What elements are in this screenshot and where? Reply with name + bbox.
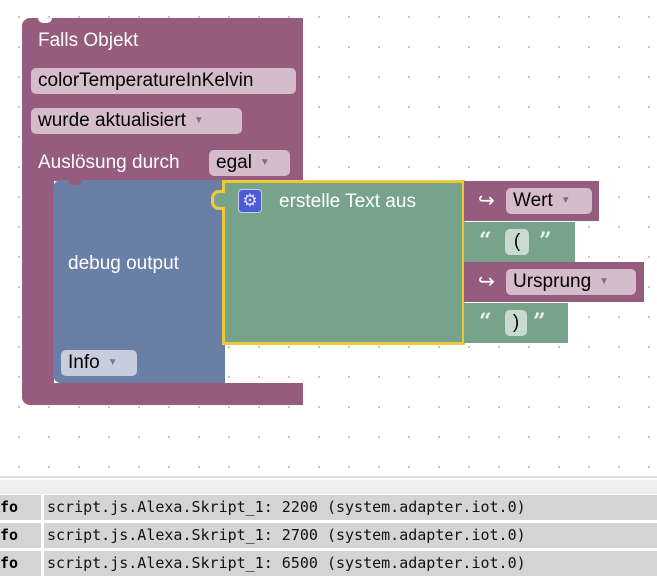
open-quote-icon: “ [479,228,492,254]
log-level: fo [0,523,41,548]
log-header [0,480,657,494]
variable-arrow-icon: ↪ [478,271,495,293]
trigger-label: Auslösung durch [38,152,180,173]
level-dropdown[interactable]: Info ▼ [61,350,137,376]
variable-value: Wert [513,190,553,212]
log-row: fo script.js.Alexa.Skript_1: 6500 (syste… [0,551,657,576]
log-message: script.js.Alexa.Skript_1: 6500 (system.a… [44,551,657,576]
condition-value: wurde aktualisiert [38,110,186,132]
gear-icon[interactable]: ⚙ [238,189,262,213]
variable-dropdown[interactable]: Wert ▼ [506,188,592,214]
dropdown-caret-icon: ▼ [560,195,571,206]
close-quote-icon: ” [533,309,546,335]
text-field[interactable]: ( [505,229,529,255]
log-panel: fo script.js.Alexa.Skript_1: 2200 (syste… [0,476,657,584]
log-message: script.js.Alexa.Skript_1: 2700 (system.a… [44,523,657,548]
text-field[interactable]: ) [505,310,527,336]
create-text-label: erstelle Text aus [279,191,416,212]
close-quote-icon: ” [539,228,552,254]
log-level: fo [0,551,41,576]
dropdown-caret-icon: ▼ [259,157,270,168]
log-message: script.js.Alexa.Skript_1: 2200 (system.a… [44,495,657,520]
open-quote-icon: “ [479,309,492,335]
log-row: fo script.js.Alexa.Skript_1: 2700 (syste… [0,523,657,548]
trigger-dropdown[interactable]: egal ▼ [209,150,290,176]
level-value: Info [68,352,100,374]
dropdown-caret-icon: ▼ [107,357,118,368]
blockly-workspace[interactable]: Falls Objekt colorTemperatureInKelvin wu… [0,0,657,476]
object-id-field[interactable]: colorTemperatureInKelvin [31,68,296,94]
dropdown-caret-icon: ▼ [599,276,610,287]
variable-dropdown[interactable]: Ursprung ▼ [506,269,636,295]
variable-value: Ursprung [513,271,592,293]
variable-arrow-icon: ↪ [478,190,495,212]
trigger-title: Falls Objekt [38,30,139,51]
log-level: fo [0,495,41,520]
dropdown-caret-icon: ▼ [193,115,204,126]
condition-dropdown[interactable]: wurde aktualisiert ▼ [31,108,242,134]
trigger-value: egal [216,152,252,174]
debug-label: debug output [68,253,179,274]
log-row: fo script.js.Alexa.Skript_1: 2200 (syste… [0,495,657,520]
